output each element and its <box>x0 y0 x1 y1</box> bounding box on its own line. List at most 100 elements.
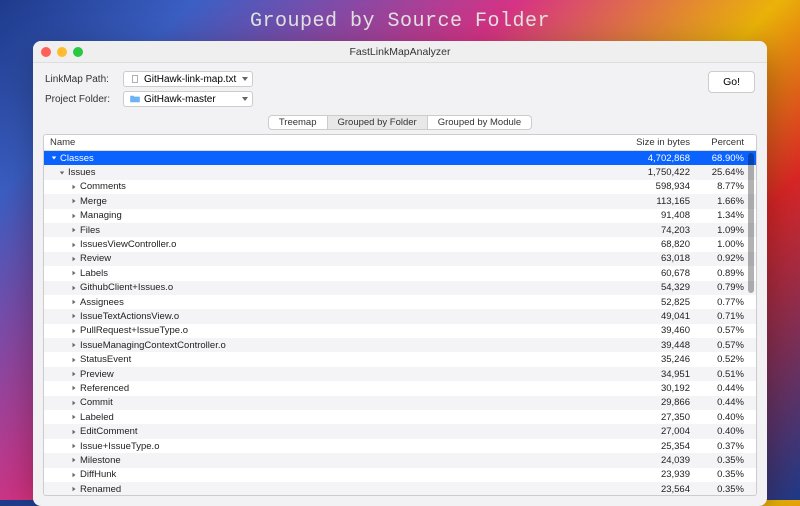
row-name: Issues <box>68 167 95 178</box>
table-row[interactable]: Renamed23,5640.35% <box>44 482 756 496</box>
cell-size: 91,408 <box>610 210 696 221</box>
row-name: EditComment <box>80 426 138 437</box>
row-name: Classes <box>60 153 94 164</box>
table-row[interactable]: Files74,2031.09% <box>44 223 756 237</box>
table-row[interactable]: Referenced30,1920.44% <box>44 381 756 395</box>
cell-name: Issue+IssueType.o <box>44 441 610 452</box>
table-row[interactable]: GithubClient+Issues.o54,3290.79% <box>44 281 756 295</box>
table-row[interactable]: Assignees52,8250.77% <box>44 295 756 309</box>
cell-name: Labels <box>44 268 610 279</box>
chevron-right-icon[interactable] <box>70 269 78 277</box>
close-icon[interactable] <box>41 47 51 57</box>
tab-treemap[interactable]: Treemap <box>268 115 328 130</box>
col-size[interactable]: Size in bytes <box>610 137 696 148</box>
col-percent[interactable]: Percent <box>696 137 756 148</box>
row-name: Referenced <box>80 383 129 394</box>
row-name: PullRequest+IssueType.o <box>80 325 188 336</box>
table-row[interactable]: IssueManagingContextController.o39,4480.… <box>44 338 756 352</box>
cell-percent: 68.90% <box>696 153 756 164</box>
table-row[interactable]: Issue+IssueType.o25,3540.37% <box>44 439 756 453</box>
table-row[interactable]: Preview34,9510.51% <box>44 367 756 381</box>
table-row[interactable]: Labels60,6780.89% <box>44 266 756 280</box>
table-row[interactable]: Issues1,750,42225.64% <box>44 165 756 179</box>
row-name: Managing <box>80 210 122 221</box>
cell-size: 113,165 <box>610 196 696 207</box>
cell-percent: 0.51% <box>696 369 756 380</box>
table-row[interactable]: Merge113,1651.66% <box>44 194 756 208</box>
table-row[interactable]: Milestone24,0390.35% <box>44 453 756 467</box>
chevron-right-icon[interactable] <box>70 212 78 220</box>
maximize-icon[interactable] <box>73 47 83 57</box>
scrollbar[interactable] <box>748 153 754 493</box>
chevron-right-icon[interactable] <box>70 442 78 450</box>
row-name: Renamed <box>80 484 121 495</box>
table-header: Name Size in bytes Percent <box>44 135 756 151</box>
cell-size: 60,678 <box>610 268 696 279</box>
cell-percent: 1.09% <box>696 225 756 236</box>
scrollbar-thumb[interactable] <box>748 153 754 293</box>
chevron-right-icon[interactable] <box>70 183 78 191</box>
cell-size: 39,448 <box>610 340 696 351</box>
chevron-right-icon[interactable] <box>70 255 78 263</box>
chevron-right-icon[interactable] <box>70 384 78 392</box>
linkmap-path-popup[interactable]: GitHawk-link-map.txt <box>123 71 253 87</box>
chevron-right-icon[interactable] <box>70 428 78 436</box>
cell-name: Commit <box>44 397 610 408</box>
linkmap-path-value: GitHawk-link-map.txt <box>144 74 236 85</box>
cell-name: StatusEvent <box>44 354 610 365</box>
chevron-right-icon[interactable] <box>70 485 78 493</box>
cell-name: DiffHunk <box>44 469 610 480</box>
chevron-down-icon[interactable] <box>50 154 58 162</box>
chevron-right-icon[interactable] <box>70 226 78 234</box>
project-folder-popup[interactable]: GitHawk-master <box>123 91 253 107</box>
row-name: Labeled <box>80 412 114 423</box>
row-name: DiffHunk <box>80 469 116 480</box>
app-window: FastLinkMapAnalyzer LinkMap Path: GitHaw… <box>33 41 767 506</box>
cell-name: Managing <box>44 210 610 221</box>
table-row[interactable]: StatusEvent35,2460.52% <box>44 352 756 366</box>
go-button[interactable]: Go! <box>708 71 755 93</box>
chevron-right-icon[interactable] <box>70 241 78 249</box>
row-name: IssuesViewController.o <box>80 239 176 250</box>
chevron-right-icon[interactable] <box>70 312 78 320</box>
cell-name: Preview <box>44 369 610 380</box>
cell-name: IssuesViewController.o <box>44 239 610 250</box>
chevron-right-icon[interactable] <box>70 356 78 364</box>
table-row[interactable]: Classes 4,702,86868.90% <box>44 151 756 165</box>
minimize-icon[interactable] <box>57 47 67 57</box>
table-row[interactable]: Comments598,9348.77% <box>44 180 756 194</box>
table-row[interactable]: Review63,0180.92% <box>44 252 756 266</box>
table-row[interactable]: DiffHunk23,9390.35% <box>44 468 756 482</box>
cell-size: 4,702,868 <box>610 153 696 164</box>
cell-percent: 0.40% <box>696 426 756 437</box>
tab-grouped-folder[interactable]: Grouped by Folder <box>328 115 428 130</box>
toolbar: LinkMap Path: GitHawk-link-map.txt Proje… <box>33 63 767 113</box>
chevron-right-icon[interactable] <box>70 284 78 292</box>
chevron-right-icon[interactable] <box>70 298 78 306</box>
cell-size: 49,041 <box>610 311 696 322</box>
cell-name: Merge <box>44 196 610 207</box>
table-row[interactable]: Commit29,8660.44% <box>44 396 756 410</box>
chevron-right-icon[interactable] <box>70 413 78 421</box>
chevron-right-icon[interactable] <box>70 341 78 349</box>
table-row[interactable]: IssueTextActionsView.o49,0410.71% <box>44 309 756 323</box>
chevron-right-icon[interactable] <box>70 456 78 464</box>
row-name: Labels <box>80 268 108 279</box>
titlebar: FastLinkMapAnalyzer <box>33 41 767 63</box>
row-name: Milestone <box>80 455 121 466</box>
table-row[interactable]: PullRequest+IssueType.o39,4600.57% <box>44 324 756 338</box>
chevron-right-icon[interactable] <box>70 327 78 335</box>
tab-grouped-module[interactable]: Grouped by Module <box>428 115 532 130</box>
table-row[interactable]: Labeled27,3500.40% <box>44 410 756 424</box>
table-row[interactable]: EditComment27,0040.40% <box>44 424 756 438</box>
table-row[interactable]: IssuesViewController.o68,8201.00% <box>44 237 756 251</box>
chevron-right-icon[interactable] <box>70 197 78 205</box>
table-row[interactable]: Managing91,4081.34% <box>44 209 756 223</box>
cell-size: 39,460 <box>610 325 696 336</box>
chevron-right-icon[interactable] <box>70 399 78 407</box>
chevron-right-icon[interactable] <box>70 471 78 479</box>
col-name[interactable]: Name <box>44 137 610 148</box>
chevron-down-icon[interactable] <box>58 169 66 177</box>
chevron-right-icon[interactable] <box>70 370 78 378</box>
cell-size: 24,039 <box>610 455 696 466</box>
